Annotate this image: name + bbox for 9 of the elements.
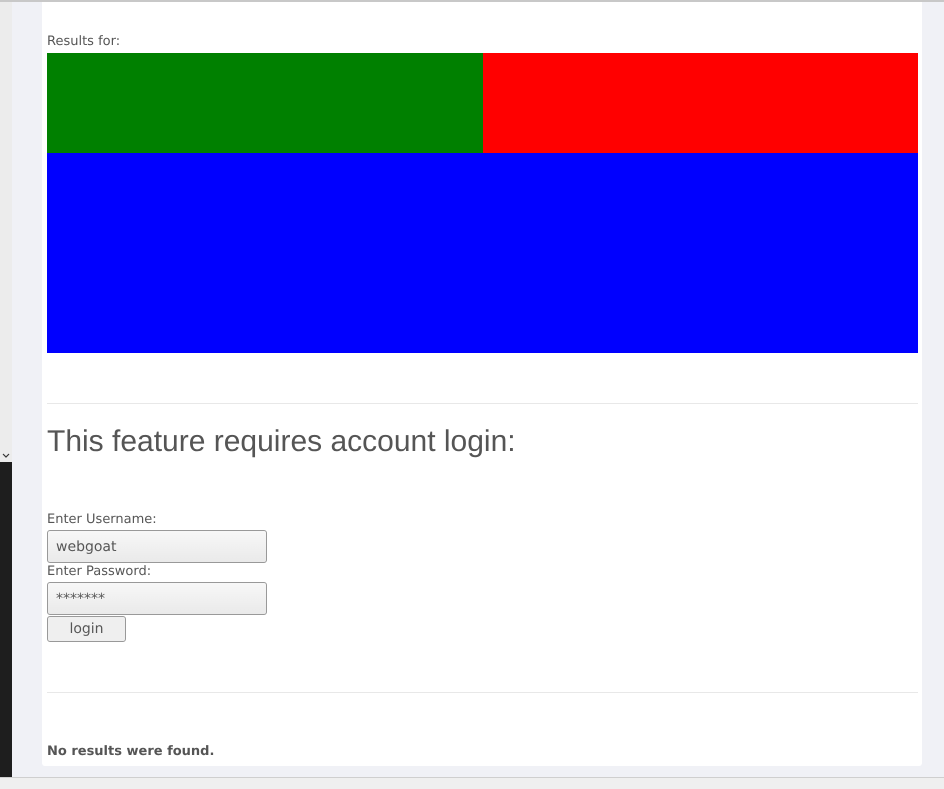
input-field[interactable]: webgoat <box>47 530 267 563</box>
login-button[interactable]: login <box>47 616 126 642</box>
field-label: Enter Password: <box>47 563 152 580</box>
no-results-message: No results were found. <box>47 744 216 759</box>
input-field[interactable]: ******* <box>47 582 267 615</box>
chevron-down-icon[interactable] <box>2 453 10 458</box>
field-label: Enter Username: <box>47 511 157 528</box>
results-label: Results for: <box>47 34 122 51</box>
login-heading: This feature requires account login: <box>47 425 517 459</box>
